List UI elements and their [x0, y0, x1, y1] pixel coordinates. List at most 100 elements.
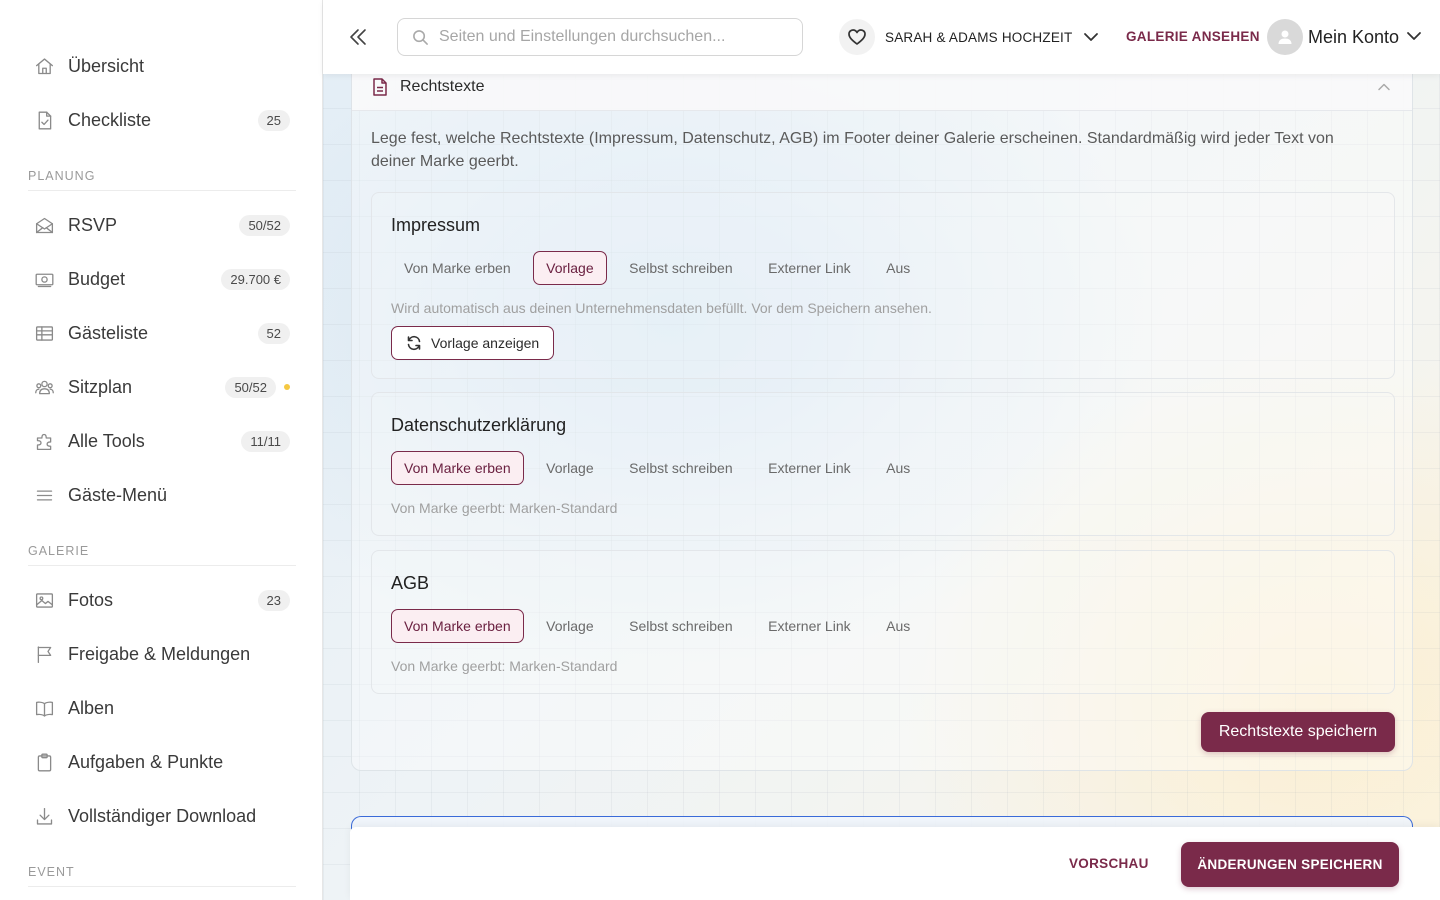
search-box[interactable] — [397, 18, 803, 56]
option-inherit[interactable]: Von Marke erben — [391, 251, 524, 285]
download-icon — [32, 804, 56, 828]
avatar — [1267, 19, 1303, 55]
sidebar-item-label: Gästeliste — [68, 322, 149, 343]
money-icon — [32, 267, 56, 291]
search-input[interactable] — [439, 28, 779, 46]
sidebar-item-budget[interactable]: Budget 29.700 € — [20, 257, 300, 301]
event-selector[interactable]: SARAH & ADAMS HOCHZEIT — [839, 18, 1100, 56]
option-external-link[interactable]: Externer Link — [755, 609, 863, 643]
sidebar-item-alben[interactable]: Alben — [20, 686, 300, 730]
sidebar-item-freigabe[interactable]: Freigabe & Meldungen — [20, 632, 300, 676]
count-badge: 50/52 — [225, 376, 276, 398]
section-heading: Impressum — [391, 215, 481, 235]
account-menu[interactable]: Mein Konto — [1267, 18, 1423, 56]
legal-texts-card: Rechtstexte Lege fest, welche Rechtstext… — [351, 58, 1413, 771]
option-template[interactable]: Vorlage — [533, 251, 607, 285]
chevron-down-icon — [1405, 27, 1423, 50]
sidebar-item-gaeste-menue[interactable]: Gäste-Menü — [20, 473, 300, 517]
image-icon — [32, 588, 56, 612]
clipboard-icon — [32, 750, 56, 774]
card-title: Rechtstexte — [400, 78, 485, 95]
puzzle-icon — [32, 429, 56, 453]
preview-button[interactable]: VORSCHAU — [1069, 856, 1149, 871]
count-badge: 25 — [257, 109, 290, 131]
sidebar-item-label: Alle Tools — [68, 430, 145, 451]
section-hint: Von Marke geerbt: Marken-Standard — [391, 500, 618, 516]
count-badge: 11/11 — [241, 430, 290, 452]
impressum-option-group: Von Marke erben Vorlage Selbst schreiben… — [391, 251, 933, 285]
people-icon — [32, 375, 56, 399]
section-hint: Von Marke geerbt: Marken-Standard — [391, 658, 618, 674]
sidebar-item-rsvp[interactable]: RSVP 50/52 — [20, 203, 300, 247]
checklist-icon — [32, 108, 56, 132]
refresh-icon — [407, 335, 421, 351]
sidebar-item-fotos[interactable]: Fotos 23 — [20, 578, 300, 622]
view-gallery-link[interactable]: GALERIE ANSEHEN — [1126, 29, 1260, 44]
option-custom[interactable]: Selbst schreiben — [616, 451, 746, 485]
sidebar-item-label: Budget — [68, 268, 126, 289]
sidebar-item-label: Übersicht — [68, 55, 145, 76]
option-template[interactable]: Vorlage — [533, 451, 606, 485]
count-badge: 52 — [257, 322, 290, 344]
sidebar-item-label: Alben — [68, 697, 115, 718]
section-heading: AGB — [391, 573, 430, 593]
chevron-up-icon[interactable] — [1376, 79, 1392, 100]
sidebar-item-sitzplan[interactable]: Sitzplan 50/52 — [20, 365, 300, 409]
sidebar-item-aufgaben[interactable]: Aufgaben & Punkte — [20, 740, 300, 784]
option-custom[interactable]: Selbst schreiben — [616, 251, 746, 285]
option-custom[interactable]: Selbst schreiben — [616, 609, 746, 643]
option-external-link[interactable]: Externer Link — [755, 251, 863, 285]
account-label: Mein Konto — [1308, 26, 1400, 47]
sidebar-item-label: Aufgaben & Punkte — [68, 751, 224, 772]
section-label-galerie: GALERIE — [28, 544, 296, 566]
save-changes-button[interactable]: ÄNDERUNGEN SPEICHERN — [1181, 842, 1399, 887]
topbar: SARAH & ADAMS HOCHZEIT GALERIE ANSEHEN M… — [323, 0, 1440, 74]
sidebar-item-alle-tools[interactable]: Alle Tools 11/11 — [20, 419, 300, 463]
sidebar-item-label: RSVP — [68, 214, 118, 235]
sidebar-item-label: Vollständiger Download — [68, 805, 257, 826]
option-off[interactable]: Aus — [873, 609, 923, 643]
sidebar-item-label: Sitzplan — [68, 376, 133, 397]
option-off[interactable]: Aus — [873, 251, 923, 285]
status-dot — [284, 384, 290, 390]
sidebar-item-download[interactable]: Vollständiger Download — [20, 794, 300, 838]
option-off[interactable]: Aus — [873, 451, 923, 485]
sidebar-item-uebersicht[interactable]: Übersicht — [20, 44, 300, 88]
section-label-planung: PLANUNG — [28, 169, 296, 191]
sidebar-item-label: Freigabe & Meldungen — [68, 643, 251, 664]
count-badge: 23 — [257, 589, 290, 611]
document-icon — [372, 78, 388, 101]
save-legal-texts-button[interactable]: Rechtstexte speichern — [1201, 712, 1395, 752]
count-badge: 50/52 — [239, 214, 290, 236]
user-icon — [1278, 30, 1292, 44]
option-inherit[interactable]: Von Marke erben — [391, 609, 524, 643]
terms-option-group: Von Marke erben Vorlage Selbst schreiben… — [391, 609, 933, 643]
section-hint: Wird automatisch aus deinen Unternehmens… — [391, 300, 932, 316]
flag-icon — [32, 642, 56, 666]
show-template-button[interactable]: Vorlage anzeigen — [391, 326, 555, 360]
sidebar-item-label: Gäste-Menü — [68, 484, 168, 505]
heart-icon — [839, 19, 875, 55]
sidebar: Übersicht Checkliste 25 PLANUNG RSVP 50/… — [0, 0, 323, 900]
section-heading: Datenschutzerklärung — [391, 415, 567, 435]
envelope-icon — [32, 213, 56, 237]
sidebar-item-label: Checkliste — [68, 109, 152, 130]
option-external-link[interactable]: Externer Link — [755, 451, 863, 485]
option-inherit[interactable]: Von Marke erben — [391, 451, 524, 485]
home-icon — [32, 54, 56, 78]
section-label-event: EVENT — [28, 865, 296, 887]
chevron-down-icon — [1082, 28, 1100, 51]
sidebar-item-checkliste[interactable]: Checkliste 25 — [20, 98, 300, 142]
sidebar-item-gaesteliste[interactable]: Gästeliste 52 — [20, 311, 300, 355]
amount-badge: 29.700 € — [221, 268, 290, 290]
bottom-action-bar: VORSCHAU ÄNDERUNGEN SPEICHERN — [350, 827, 1440, 900]
table-icon — [32, 321, 56, 345]
menu-icon — [32, 483, 56, 507]
card-description: Lege fest, welche Rechtstexte (Impressum… — [371, 130, 1334, 170]
search-icon — [413, 29, 428, 45]
collapse-sidebar-icon[interactable] — [345, 24, 371, 50]
privacy-option-group: Von Marke erben Vorlage Selbst schreiben… — [391, 451, 933, 485]
event-name: SARAH & ADAMS HOCHZEIT — [885, 29, 1073, 45]
option-template[interactable]: Vorlage — [533, 609, 606, 643]
sidebar-item-label: Fotos — [68, 589, 114, 610]
